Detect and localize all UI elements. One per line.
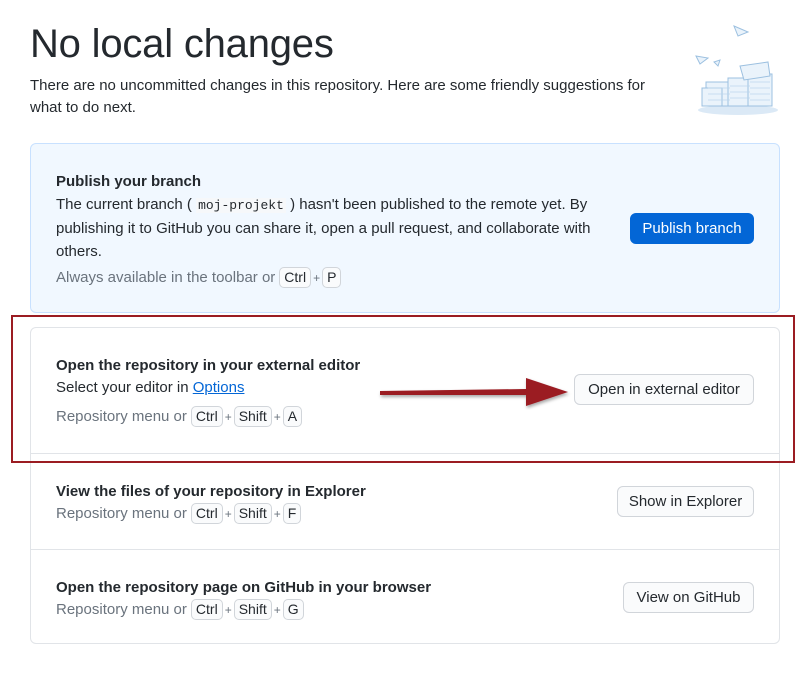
publish-branch-button[interactable]: Publish branch xyxy=(630,213,754,244)
publish-shortcut-hint: Always available in the toolbar or Ctrl … xyxy=(56,267,342,288)
plus-sign: + xyxy=(273,506,281,521)
plus-sign: + xyxy=(313,270,321,285)
publish-desc-before: The current branch ( xyxy=(56,196,192,213)
plus-sign: + xyxy=(273,602,281,617)
key-shift: Shift xyxy=(233,599,272,620)
key-shift: Shift xyxy=(233,503,272,524)
publish-hint-text: Always available in the toolbar or xyxy=(56,269,276,286)
branch-name: moj-projekt xyxy=(196,198,286,213)
view-on-github-shortcut-hint: Repository menu or Ctrl + Shift + G xyxy=(56,599,305,620)
show-in-explorer-shortcut-hint: Repository menu or Ctrl + Shift + F xyxy=(56,503,302,524)
view-on-github-button[interactable]: View on GitHub xyxy=(623,582,754,613)
plus-sign: + xyxy=(224,506,232,521)
publish-title: Publish your branch xyxy=(56,173,202,190)
show-in-explorer-title: View the files of your repository in Exp… xyxy=(56,483,366,500)
view-on-github-hint-text: Repository menu or xyxy=(56,601,187,618)
publish-branch-card: Publish your branch The current branch (… xyxy=(30,143,780,313)
plus-sign: + xyxy=(224,602,232,617)
action-row-show-in-explorer: View the files of your repository in Exp… xyxy=(31,453,779,549)
page-title: No local changes xyxy=(30,22,334,66)
key-ctrl: Ctrl xyxy=(190,599,223,620)
key-p: P xyxy=(322,267,342,288)
page-subtitle: There are no uncommitted changes in this… xyxy=(30,77,646,116)
key-g: G xyxy=(282,599,304,620)
show-in-explorer-button[interactable]: Show in Explorer xyxy=(617,486,754,517)
key-f: F xyxy=(282,503,302,524)
paper-stack-illustration-icon xyxy=(695,25,778,115)
view-on-github-title: Open the repository page on GitHub in yo… xyxy=(56,579,432,596)
publish-description: The current branch ( moj-projekt ) hasn'… xyxy=(56,193,616,263)
show-in-explorer-hint-text: Repository menu or xyxy=(56,505,187,522)
key-ctrl: Ctrl xyxy=(279,267,312,288)
action-row-view-on-github: Open the repository page on GitHub in yo… xyxy=(31,549,779,645)
right-arrow-icon xyxy=(380,378,568,406)
key-ctrl: Ctrl xyxy=(190,503,223,524)
